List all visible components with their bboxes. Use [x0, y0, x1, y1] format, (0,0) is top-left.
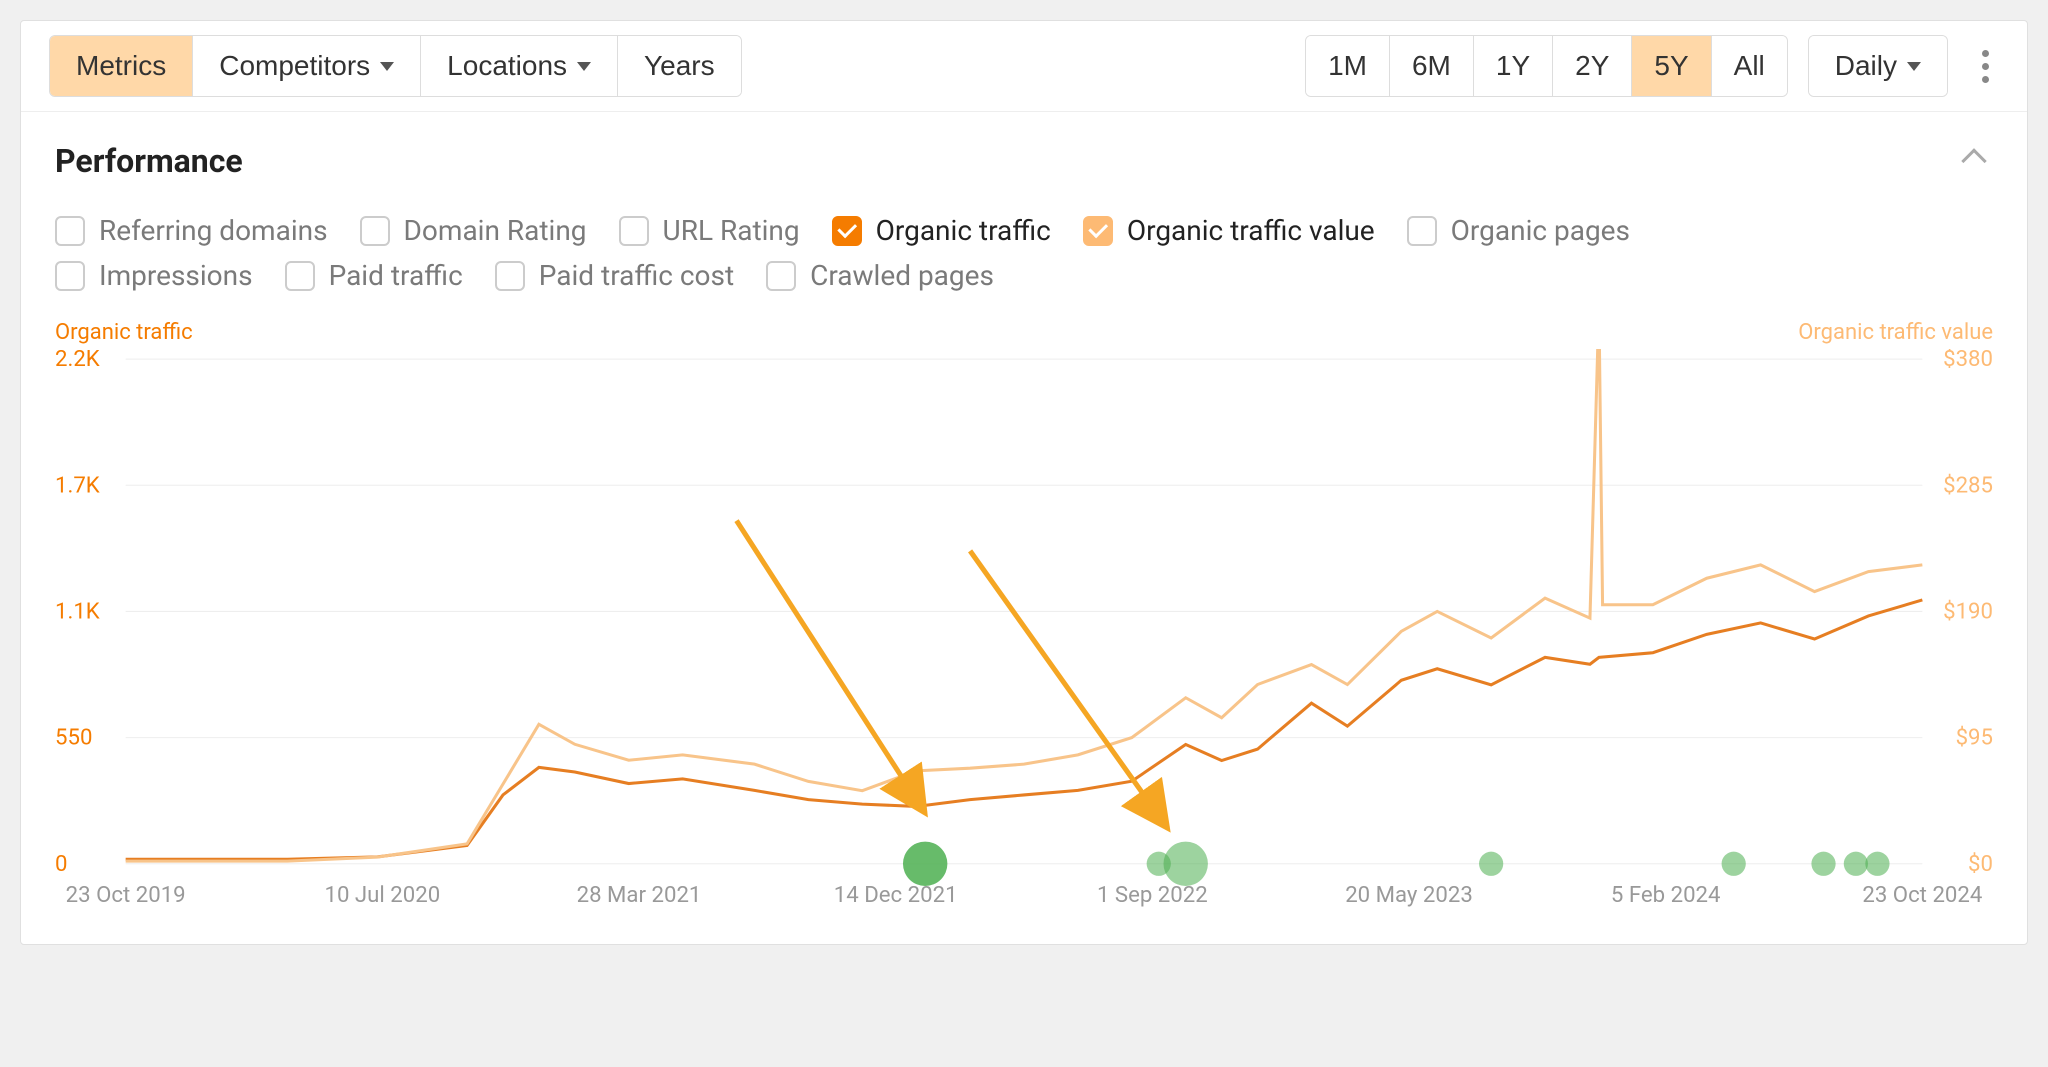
right-tick: $190 — [1943, 599, 1993, 625]
more-menu-button[interactable] — [1972, 40, 1999, 93]
tab-locations[interactable]: Locations — [420, 36, 617, 96]
metric-url-rating[interactable]: URL Rating — [619, 214, 800, 247]
range-1m[interactable]: 1M — [1306, 36, 1389, 96]
checkbox-icon — [1083, 216, 1113, 246]
collapse-icon[interactable] — [1961, 148, 1986, 173]
range-6m[interactable]: 6M — [1389, 36, 1473, 96]
range-1y[interactable]: 1Y — [1473, 36, 1552, 96]
left-tick: 2.2K — [55, 349, 100, 372]
tab-label: Years — [644, 50, 715, 82]
metric-label: Organic traffic value — [1127, 214, 1375, 247]
checkbox-icon — [766, 261, 796, 291]
event-marker[interactable] — [1163, 842, 1207, 886]
metric-checkbox-row: Referring domains Domain Rating URL Rating… — [21, 190, 2027, 255]
checkbox-icon — [1407, 216, 1437, 246]
metric-label: URL Rating — [663, 214, 800, 247]
tab-label: Competitors — [219, 50, 370, 82]
x-tick: 14 Dec 2021 — [834, 882, 958, 908]
left-tick: 0 — [55, 851, 67, 877]
time-range-group: 1M6M1Y2Y5YAll — [1305, 35, 1788, 97]
range-5y[interactable]: 5Y — [1631, 36, 1710, 96]
checkbox-icon — [360, 216, 390, 246]
tab-competitors[interactable]: Competitors — [192, 36, 420, 96]
granularity-button[interactable]: Daily — [1809, 36, 1947, 96]
range-all[interactable]: All — [1711, 36, 1787, 96]
metric-organic-pages[interactable]: Organic pages — [1407, 214, 1630, 247]
metric-label: Organic traffic — [876, 214, 1051, 247]
checkbox-icon — [495, 261, 525, 291]
metric-label: Crawled pages — [810, 259, 994, 292]
section-title: Performance — [55, 142, 243, 180]
checkbox-icon — [55, 216, 85, 246]
metric-label: Referring domains — [99, 214, 328, 247]
x-tick: 23 Oct 2019 — [66, 882, 186, 908]
section-header: Performance — [21, 112, 2027, 190]
series-organic-traffic — [126, 600, 1923, 859]
event-marker[interactable] — [1811, 852, 1835, 876]
event-marker[interactable] — [1479, 852, 1503, 876]
metric-referring-domains[interactable]: Referring domains — [55, 214, 328, 247]
annotation-arrow — [737, 521, 926, 814]
range-2y[interactable]: 2Y — [1552, 36, 1631, 96]
metric-organic-traffic-value[interactable]: Organic traffic value — [1083, 214, 1375, 247]
tab-label: Metrics — [76, 50, 166, 82]
left-tick: 1.1K — [55, 599, 100, 625]
metric-impressions[interactable]: Impressions — [55, 259, 253, 292]
metric-paid-traffic[interactable]: Paid traffic — [285, 259, 463, 292]
checkbox-icon — [619, 216, 649, 246]
granularity-group: Daily — [1808, 35, 1948, 97]
tab-years[interactable]: Years — [617, 36, 741, 96]
event-marker[interactable] — [1722, 852, 1746, 876]
annotation-arrow — [970, 551, 1168, 829]
performance-panel: MetricsCompetitorsLocationsYears 1M6M1Y2… — [20, 20, 2028, 945]
caret-down-icon — [1907, 62, 1921, 71]
x-tick: 10 Jul 2020 — [324, 882, 440, 908]
event-marker[interactable] — [903, 842, 947, 886]
right-tick: $380 — [1943, 349, 1993, 372]
x-tick: 28 Mar 2021 — [577, 882, 702, 908]
x-tick: 5 Feb 2024 — [1611, 882, 1721, 908]
metric-paid-traffic-cost[interactable]: Paid traffic cost — [495, 259, 734, 292]
left-tick: 550 — [55, 725, 92, 751]
metric-organic-traffic[interactable]: Organic traffic — [832, 214, 1051, 247]
right-tick: $285 — [1943, 472, 1993, 498]
metric-label: Paid traffic cost — [539, 259, 734, 292]
left-tick: 1.7K — [55, 472, 100, 498]
performance-chart[interactable]: 2.2K 1.7K 1.1K 550 0 $380 $285 $190 $95 $0 23 Oc… — [55, 349, 1993, 914]
right-tick: $0 — [1968, 851, 1993, 877]
tab-label: Locations — [447, 50, 567, 82]
metric-crawled-pages[interactable]: Crawled pages — [766, 259, 994, 292]
event-marker[interactable] — [1844, 852, 1868, 876]
granularity-label: Daily — [1835, 50, 1897, 82]
checkbox-icon — [285, 261, 315, 291]
x-tick: 23 Oct 2024 — [1862, 882, 1982, 908]
metric-label: Impressions — [99, 259, 253, 292]
metric-domain-rating[interactable]: Domain Rating — [360, 214, 587, 247]
event-marker[interactable] — [1865, 852, 1889, 876]
chart-container: Organic traffic Organic traffic value 2.… — [21, 300, 2027, 944]
metric-label: Domain Rating — [404, 214, 587, 247]
series-organic-traffic-value — [126, 349, 1923, 861]
x-tick: 20 May 2023 — [1345, 882, 1473, 908]
caret-down-icon — [577, 62, 591, 71]
caret-down-icon — [380, 62, 394, 71]
checkbox-icon — [832, 216, 862, 246]
metric-checkbox-row: Impressions Paid traffic Paid traffic cost… — [21, 255, 2027, 300]
right-tick: $95 — [1956, 725, 1993, 751]
left-axis-title: Organic traffic — [55, 320, 193, 345]
x-tick: 1 Sep 2022 — [1097, 882, 1208, 908]
toolbar: Metrics Competitors Locations Years 1M6M1Y2… — [21, 21, 2027, 112]
tab-metrics[interactable]: Metrics — [50, 36, 192, 96]
right-axis-title: Organic traffic value — [1798, 320, 1993, 345]
checkbox-icon — [55, 261, 85, 291]
metric-label: Organic pages — [1451, 214, 1630, 247]
view-tabs: Metrics Competitors Locations Years — [49, 35, 742, 97]
metric-label: Paid traffic — [329, 259, 463, 292]
